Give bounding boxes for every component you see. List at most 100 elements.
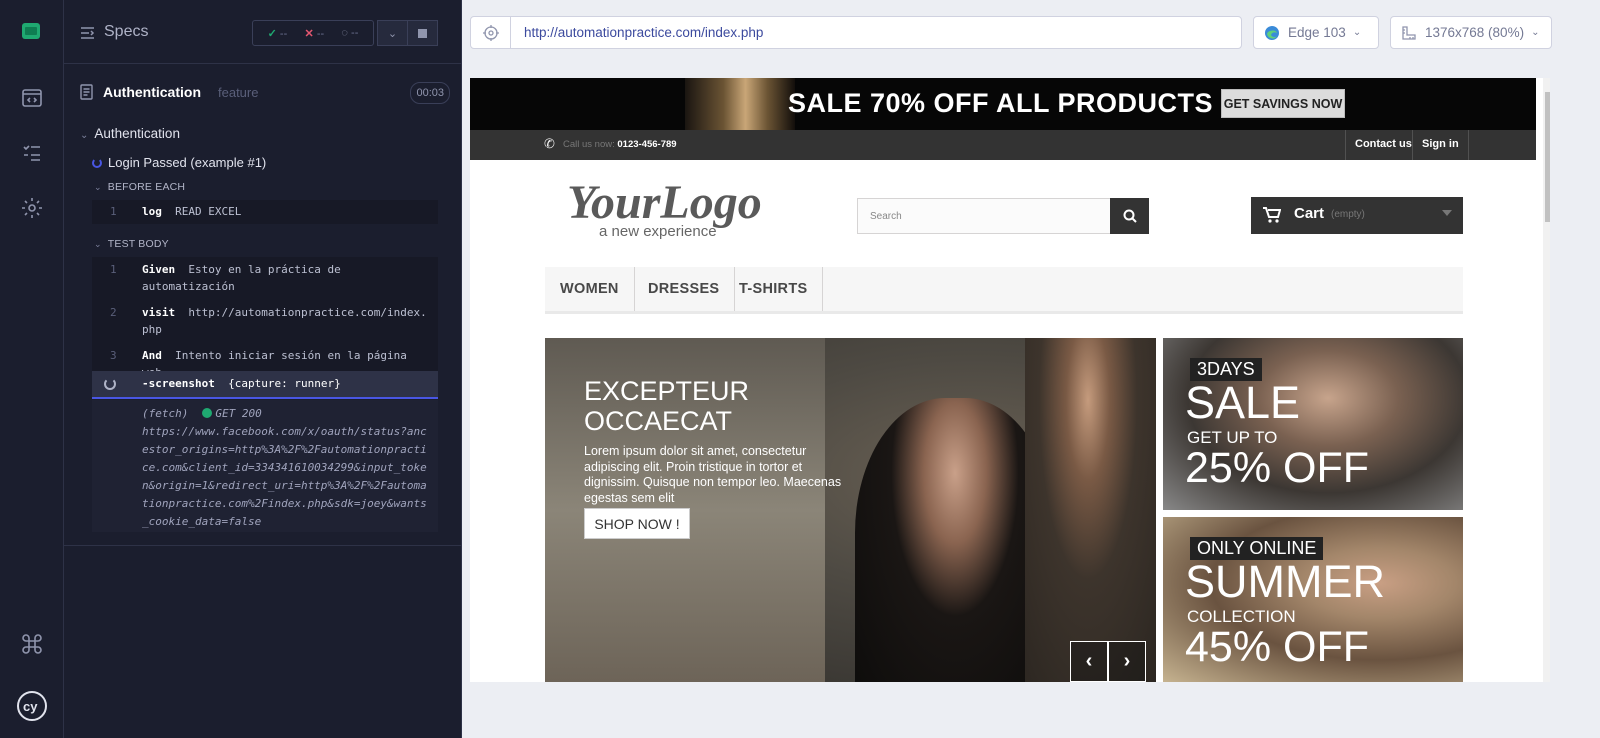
category-menu: WOMEN DRESSES T-SHIRTS (545, 267, 1463, 314)
url-bar: http://automationpractice.com/index.php (470, 16, 1242, 49)
cart-button[interactable]: Cart (empty) (1251, 197, 1463, 234)
slider-prev-button[interactable]: ‹ (1070, 641, 1108, 682)
menu-item-women[interactable]: WOMEN (545, 267, 635, 311)
chevron-right-icon: › (1123, 650, 1131, 672)
promo-tile-sale[interactable]: 3DAYS SALE GET UP TO 25% OFF (1163, 338, 1463, 510)
failed-count: ✕ -- (304, 27, 325, 40)
duration-badge: 00:03 (410, 82, 450, 104)
specs-nav-icon[interactable] (20, 86, 44, 110)
command-name: log (142, 205, 162, 218)
chevron-left-icon: ‹ (1085, 650, 1093, 672)
slider-next-button[interactable]: › (1108, 641, 1146, 682)
contact-us-link[interactable]: Contact us (1345, 130, 1421, 160)
passed-count: ✓ -- (267, 27, 288, 40)
banner-text: SALE 70% OFF ALL PRODUCTS (788, 88, 1214, 118)
stats-summary: ✓ -- ✕ -- ◌ -- (252, 20, 374, 46)
cypress-logo-icon[interactable]: cy (16, 690, 48, 722)
menu-item-dresses[interactable]: DRESSES (633, 267, 736, 311)
test-title[interactable]: Login Passed (example #1) (92, 155, 266, 170)
hero-title: EXCEPTEUR OCCAECAT (584, 376, 750, 436)
logo-sub-text: a new experience (599, 223, 717, 240)
before-each-hook[interactable]: ⌄ BEFORE EACH (94, 181, 185, 193)
settings-gear-icon[interactable] (20, 196, 44, 220)
fetch-log-row[interactable]: (fetch) GET 200 https://www.facebook.com/… (92, 400, 438, 532)
x-icon: ✕ (304, 27, 314, 40)
url-text[interactable]: http://automationpractice.com/index.php (524, 25, 763, 40)
promo-banner[interactable]: SALE 70% OFF ALL PRODUCTS GET SAVINGS NO… (470, 78, 1536, 130)
chevron-down-icon: ⌄ (1352, 27, 1362, 38)
fetch-label: (fetch) (142, 407, 189, 420)
pending-count: ◌ -- (341, 27, 359, 39)
cart-status: (empty) (1331, 209, 1365, 220)
viewport-label: 1376x768 (80%) (1425, 25, 1525, 40)
feature-header[interactable]: Authentication feature 00:03 (80, 82, 450, 106)
tile-discount: 25% OFF (1185, 444, 1369, 492)
suite-label: Authentication (94, 126, 180, 141)
spinner-icon: ◌ (341, 27, 348, 39)
command-name: visit (142, 306, 176, 319)
reporter-header: Specs ✓ -- ✕ -- ◌ -- ⌄ (64, 0, 462, 64)
menu-item-tshirts[interactable]: T-SHIRTS (724, 267, 824, 311)
specs-list-icon[interactable] (80, 26, 95, 40)
fetch-url: https://www.facebook.com/x/oauth/status?… (142, 425, 427, 528)
hook-label: BEFORE EACH (107, 181, 186, 193)
stop-icon (418, 28, 427, 38)
promo-tile-summer[interactable]: ONLY ONLINE SUMMER COLLECTION 45% OFF (1163, 517, 1463, 682)
site-logo[interactable]: YourLogo a new experience (565, 178, 795, 240)
viewport-selector[interactable]: 1376x768 (80%) ⌄ (1390, 16, 1552, 49)
cypress-app: cy Specs ✓ -- ✕ -- ◌ -- ⌄ Authentication… (0, 0, 1600, 738)
tile-headline: SALE (1185, 377, 1301, 428)
search-placeholder: Search (870, 211, 902, 222)
stop-button[interactable] (407, 20, 438, 46)
command-log-row[interactable]: Given Estoy en la práctica de automatiza… (142, 261, 432, 295)
runs-nav-icon[interactable] (20, 141, 44, 165)
command-number: 1 (110, 205, 117, 218)
browser-selector[interactable]: Edge 103 ⌄ (1253, 16, 1379, 49)
crosshair-icon (482, 24, 499, 41)
specs-label[interactable]: Specs (104, 23, 148, 41)
test-body-hook[interactable]: ⌄ TEST BODY (94, 238, 169, 250)
tile-discount: 45% OFF (1185, 623, 1369, 671)
document-icon (80, 84, 93, 100)
suite-title[interactable]: ⌄ Authentication (80, 126, 180, 141)
iframe-scrollbar[interactable] (1543, 78, 1550, 682)
phone-icon: ✆ (544, 136, 555, 151)
svg-text:cy: cy (23, 699, 38, 714)
ruler-icon (1402, 25, 1416, 40)
nav-rail: cy (0, 0, 64, 738)
site-top-nav: ✆ Call us now: 0123-456-789 Contact us S… (470, 130, 1536, 160)
sign-in-link[interactable]: Sign in (1412, 130, 1469, 160)
call-us-text: Call us now: 0123-456-789 (563, 139, 677, 150)
search-input[interactable]: Search (857, 198, 1149, 234)
active-command-row[interactable]: -screenshot {capture: runner} (92, 371, 438, 399)
browser-label: Edge 103 (1288, 25, 1346, 40)
aut-panel: http://automationpractice.com/index.php … (462, 0, 1600, 738)
selector-playground-button[interactable] (471, 17, 511, 48)
status-dot-icon (202, 408, 213, 418)
command-log-row[interactable]: visit http://automationpractice.com/inde… (142, 304, 432, 338)
command-message: http://automationpractice.com/index.php (142, 306, 427, 336)
fetch-status: GET 200 (215, 407, 262, 420)
scrollbar-thumb[interactable] (1545, 92, 1550, 222)
shop-now-button[interactable]: SHOP NOW ! (584, 508, 690, 539)
command-name: -screenshot (142, 377, 215, 390)
aut-iframe: SALE 70% OFF ALL PRODUCTS GET SAVINGS NO… (470, 78, 1550, 682)
reporter-panel: Specs ✓ -- ✕ -- ◌ -- ⌄ Authentication fe… (64, 0, 462, 738)
search-button[interactable] (1110, 198, 1149, 234)
project-icon[interactable] (21, 21, 41, 41)
keyboard-shortcuts-icon[interactable] (20, 632, 44, 656)
command-message: READ EXCEL (175, 205, 242, 218)
command-number: 2 (110, 306, 117, 319)
command-log-row[interactable]: 1 log READ EXCEL (92, 200, 438, 224)
command-number: 1 (110, 263, 117, 276)
cart-icon (1263, 207, 1281, 223)
command-message: {capture: runner} (228, 377, 341, 390)
caret-down-icon (1442, 210, 1452, 216)
chevron-down-icon: ⌄ (1531, 27, 1540, 38)
command-name: Given (142, 263, 176, 276)
collapse-button[interactable]: ⌄ (377, 20, 408, 46)
check-icon: ✓ (267, 27, 277, 40)
get-savings-button[interactable]: GET SAVINGS NOW (1221, 89, 1345, 118)
cart-label: Cart (1294, 205, 1325, 222)
hero-slider[interactable]: EXCEPTEUR OCCAECAT Lorem ipsum dolor sit … (545, 338, 1156, 682)
